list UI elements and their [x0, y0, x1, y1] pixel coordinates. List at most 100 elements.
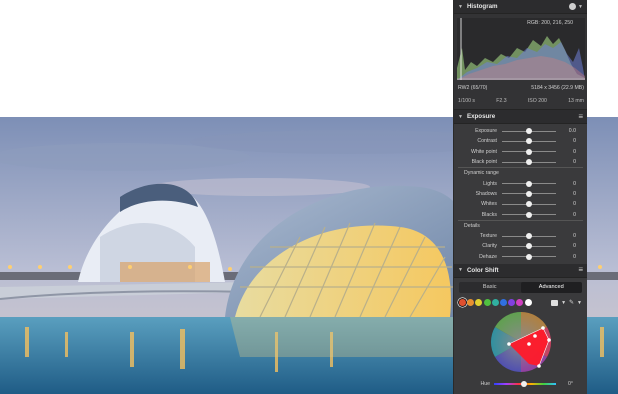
color-swatch[interactable]: [508, 299, 516, 307]
slider-knob[interactable]: [526, 190, 532, 197]
hue-value: 0°: [568, 380, 573, 387]
chevron-down-icon[interactable]: ▼: [458, 267, 463, 273]
color-swatch[interactable]: [491, 299, 499, 307]
slider-value: 0: [573, 190, 576, 197]
slider-knob[interactable]: [526, 159, 532, 166]
color-swatch[interactable]: [459, 299, 466, 307]
slider-track[interactable]: [502, 128, 556, 135]
slider-track[interactable]: [502, 201, 556, 208]
slider-value: 0: [573, 253, 576, 260]
hue-slider-row: Hue 0°: [454, 379, 587, 389]
slider-value: 0: [573, 201, 576, 208]
color-swatch[interactable]: [524, 299, 532, 307]
chevron-down-icon[interactable]: ▼: [458, 4, 463, 10]
hamburger-menu-icon[interactable]: ≡: [578, 112, 583, 121]
hue-slider-knob[interactable]: [521, 380, 527, 387]
slider-row-contrast: Contrast 0: [454, 136, 587, 146]
slider-row-blacks: Blacks 0: [454, 209, 587, 219]
tab-advanced[interactable]: Advanced: [520, 281, 582, 293]
exposure-section: Exposure 0.0 Contrast 0 White point 0 Black po…: [454, 124, 587, 264]
slider-value: 0: [573, 138, 576, 145]
chevron-down-icon[interactable]: ▼: [578, 4, 583, 10]
hue-slider[interactable]: [494, 380, 556, 387]
histogram-title: Histogram: [466, 3, 498, 10]
color-swatch[interactable]: [483, 299, 491, 307]
slider-label: Texture: [479, 233, 497, 240]
slider-row-dehaze: Dehaze 0: [454, 252, 587, 262]
shutter-speed: 1/100 s: [458, 98, 476, 104]
dynamic-range-label: Dynamic range: [464, 170, 499, 177]
chevron-down-icon[interactable]: ▼: [577, 300, 582, 306]
hue-label: Hue: [480, 380, 490, 387]
slider-label: Clarity: [482, 243, 497, 250]
slider-label: Shadows: [475, 190, 497, 197]
slider-row-lights: Lights 0: [454, 178, 587, 188]
target-icon[interactable]: [551, 299, 559, 306]
slider-knob[interactable]: [526, 128, 532, 135]
color-wheel[interactable]: [454, 309, 587, 379]
chevron-down-icon[interactable]: ▼: [458, 114, 463, 120]
slider-value: 0: [573, 243, 576, 250]
slider-knob[interactable]: [526, 243, 532, 250]
slider-knob[interactable]: [526, 211, 532, 218]
slider-row-whites: Whites 0: [454, 199, 587, 209]
slider-knob[interactable]: [526, 180, 532, 187]
slider-row-texture: Texture 0: [454, 231, 587, 241]
image-dimensions: 5184 x 3456 (22.9 MB): [531, 85, 584, 91]
exif-row: 1/100 s F2.3 ISO 200 13 mm: [458, 98, 584, 104]
slider-row-white-point: White point 0: [454, 147, 587, 157]
slider-track[interactable]: [502, 138, 556, 145]
iso: ISO 200: [527, 98, 547, 104]
slider-label: Dehaze: [479, 253, 497, 260]
slider-knob[interactable]: [526, 233, 532, 240]
slider-track[interactable]: [502, 190, 556, 197]
color-swatch[interactable]: [499, 299, 507, 307]
eyedropper-icon[interactable]: ✎: [569, 299, 574, 306]
histogram-section: RGB: 200, 216, 250 RW2 (65/70) 5184 x 34…: [454, 14, 587, 110]
slider-label: Whites: [481, 201, 497, 208]
chevron-down-icon[interactable]: ▼: [561, 300, 566, 306]
slider-label: Contrast: [477, 138, 497, 145]
histogram-graph: [457, 18, 585, 80]
slider-row-exposure: Exposure 0.0: [454, 126, 587, 136]
slider-track[interactable]: [502, 148, 556, 155]
slider-label: Exposure: [475, 128, 497, 135]
file-name: RW2 (65/70): [458, 85, 488, 91]
adjustments-panel: ▼ Histogram ▼ RGB: 200, 216, 250 RW2 (65…: [453, 0, 587, 394]
slider-knob[interactable]: [526, 201, 532, 208]
color-shift-tabs: Basic Advanced: [459, 281, 582, 293]
slider-row-black-point: Black point 0: [454, 157, 587, 167]
color-shift-header[interactable]: ▼ Color Shift ≡: [454, 263, 587, 278]
color-mode-icon[interactable]: [569, 3, 577, 10]
histogram-header[interactable]: ▼ Histogram ▼: [454, 0, 587, 14]
slider-label: Lights: [483, 180, 497, 187]
color-swatch[interactable]: [475, 299, 483, 307]
slider-row-clarity: Clarity 0: [454, 241, 587, 251]
color-swatch[interactable]: [516, 299, 524, 307]
app-window: ▼ Histogram ▼ RGB: 200, 216, 250 RW2 (65…: [0, 0, 618, 394]
slider-label: Blacks: [481, 211, 497, 218]
aperture: F2.3: [496, 98, 507, 104]
slider-track[interactable]: [502, 180, 556, 187]
tab-basic[interactable]: Basic: [459, 282, 521, 293]
slider-track[interactable]: [502, 159, 556, 166]
slider-value: 0: [573, 180, 576, 187]
hamburger-menu-icon[interactable]: ≡: [578, 266, 583, 274]
slider-track[interactable]: [502, 253, 556, 260]
details-label: Details: [464, 222, 480, 229]
slider-value: 0: [573, 148, 576, 155]
slider-knob[interactable]: [526, 148, 532, 155]
exposure-title: Exposure: [466, 113, 496, 120]
exposure-header[interactable]: ▼ Exposure ≡: [454, 110, 587, 124]
rgb-readout: RGB: 200, 216, 250: [527, 20, 573, 26]
slider-track[interactable]: [502, 233, 556, 240]
slider-knob[interactable]: [526, 138, 532, 145]
color-swatches: ▼ ✎ ▼: [454, 297, 587, 309]
slider-knob[interactable]: [526, 253, 532, 260]
slider-track[interactable]: [502, 211, 556, 218]
file-info-row: RW2 (65/70) 5184 x 3456 (22.9 MB): [458, 85, 584, 91]
slider-value: 0: [573, 211, 576, 218]
color-swatch[interactable]: [467, 299, 475, 307]
slider-label: White point: [471, 148, 497, 155]
slider-track[interactable]: [502, 243, 556, 250]
